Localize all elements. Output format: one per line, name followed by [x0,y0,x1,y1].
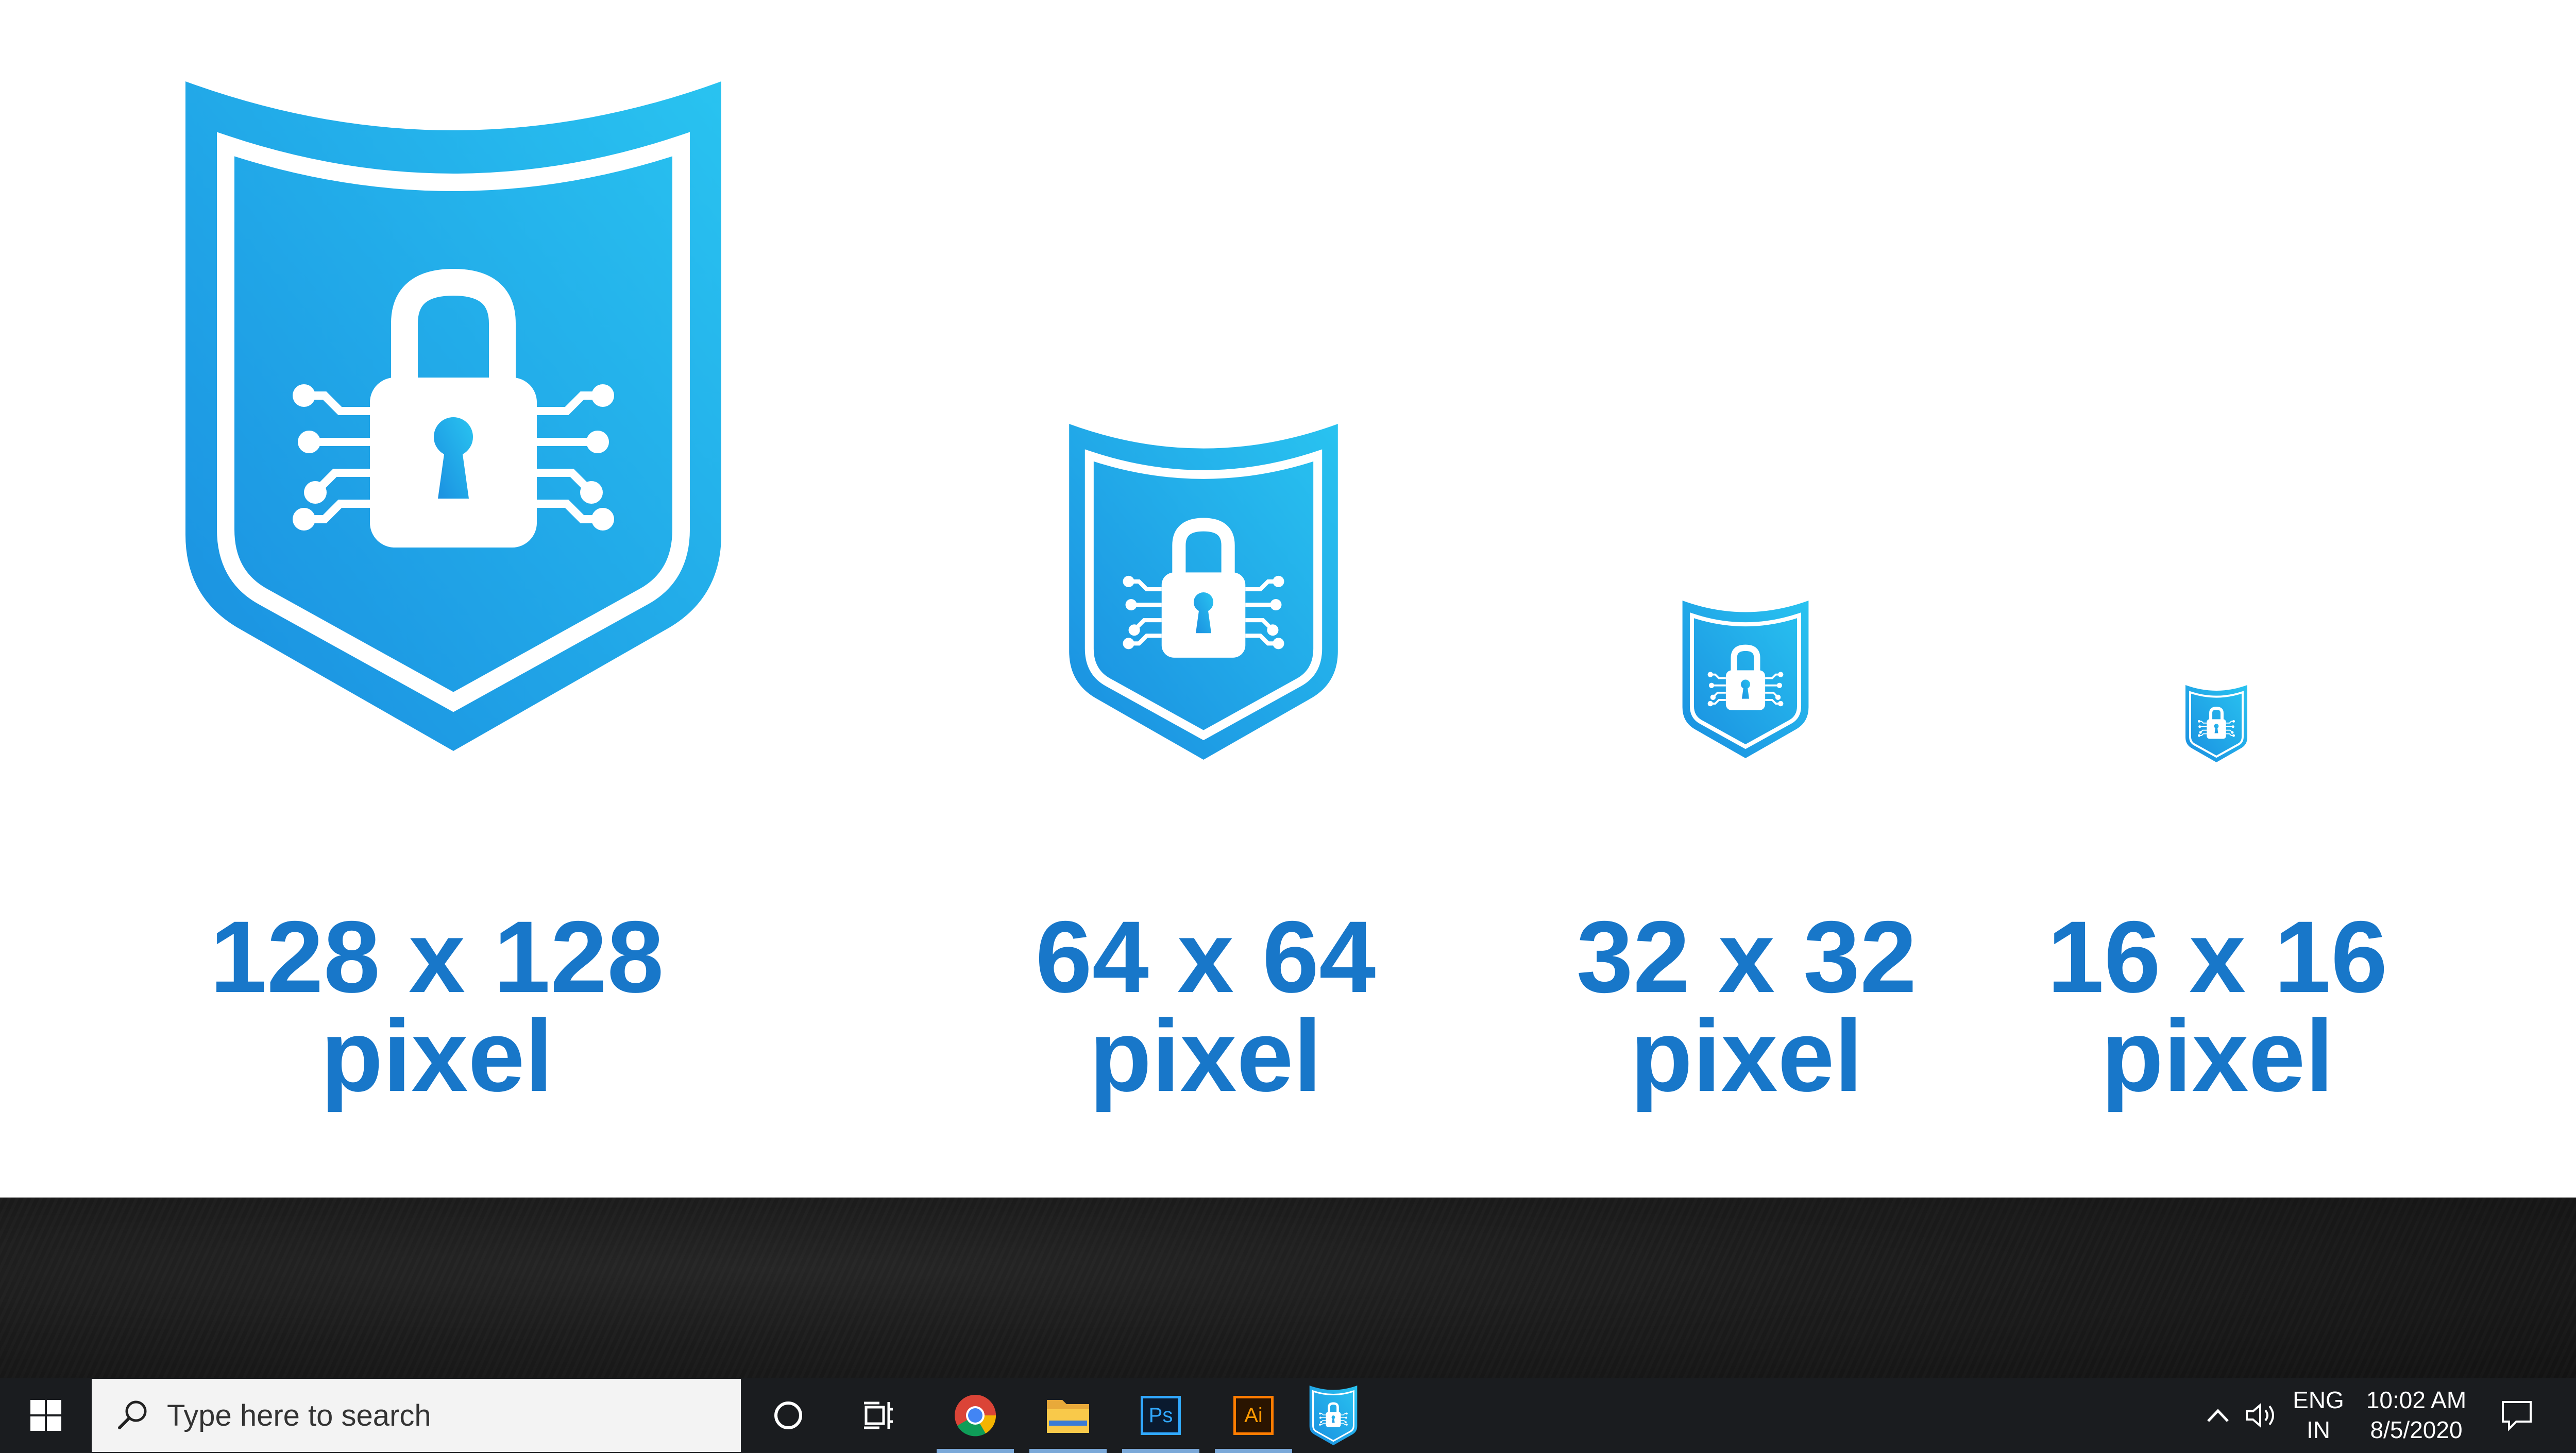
file-explorer-taskbar-button[interactable] [1029,1378,1107,1453]
shield-lock-app-icon [1308,1386,1359,1445]
illustrator-label: Ai [1244,1404,1263,1427]
photoshop-label: Ps [1148,1404,1173,1427]
shield-lock-icon-32 [1681,601,1810,758]
size-label-64: 64 x 64 pixel [1035,900,1376,1113]
search-placeholder: Type here to search [167,1398,431,1432]
icon-size-showcase: 128 x 128 pixel 64 x 64 pixel 32 x 32 pi… [0,0,2576,1198]
notification-icon [2502,1401,2532,1431]
windows-taskbar: Type here to search Ps Ai ENG IN 10:02 A… [0,1378,2576,1453]
chevron-up-icon [2207,1409,2229,1422]
speaker-icon [2246,1403,2274,1428]
search-icon [118,1400,147,1429]
size-unit: pixel [1089,999,1322,1113]
language-code: ENG [2293,1387,2344,1413]
size-label-32: 32 x 32 pixel [1576,900,1917,1113]
task-view-icon [864,1401,893,1429]
folder-icon [1047,1400,1089,1433]
size-unit: pixel [320,999,553,1113]
task-view-button[interactable] [850,1378,907,1453]
size-label-128: 128 x 128 pixel [210,900,664,1113]
chrome-icon [955,1395,996,1437]
size-unit: pixel [1630,999,1863,1113]
illustrator-taskbar-button[interactable]: Ai [1215,1378,1292,1453]
cortana-button[interactable] [762,1378,814,1453]
volume-button[interactable] [2241,1378,2282,1453]
action-center-button[interactable] [2488,1378,2545,1453]
clock-date: 8/5/2020 [2370,1416,2463,1443]
shield-app-taskbar-button[interactable] [1308,1378,1359,1453]
photoshop-icon: Ps [1141,1396,1181,1435]
shield-lock-icon-64 [1069,424,1338,760]
chrome-taskbar-button[interactable] [937,1378,1014,1453]
windows-logo-icon [30,1400,61,1431]
shield-lock-icon-128 [185,81,721,751]
search-box[interactable]: Type here to search [92,1379,741,1452]
size-dimension: 128 x 128 [210,900,664,1014]
shield-lock-icon-16 [2184,685,2249,762]
size-dimension: 64 x 64 [1035,900,1376,1014]
desktop-wallpaper [0,1198,2576,1378]
start-button[interactable] [0,1378,92,1453]
size-dimension: 32 x 32 [1576,900,1917,1014]
photoshop-taskbar-button[interactable]: Ps [1122,1378,1199,1453]
language-indicator[interactable]: ENG IN [2292,1385,2345,1445]
clock-time: 10:02 AM [2366,1387,2467,1413]
size-unit: pixel [2101,999,2334,1113]
clock[interactable]: 10:02 AM 8/5/2020 [2360,1385,2473,1445]
circle-icon [774,1401,802,1429]
illustrator-icon: Ai [1233,1396,1274,1435]
region-code: IN [2307,1416,2330,1443]
size-label-16: 16 x 16 pixel [2047,900,2388,1113]
show-hidden-icons-button[interactable] [2200,1378,2236,1453]
size-dimension: 16 x 16 [2047,900,2388,1014]
